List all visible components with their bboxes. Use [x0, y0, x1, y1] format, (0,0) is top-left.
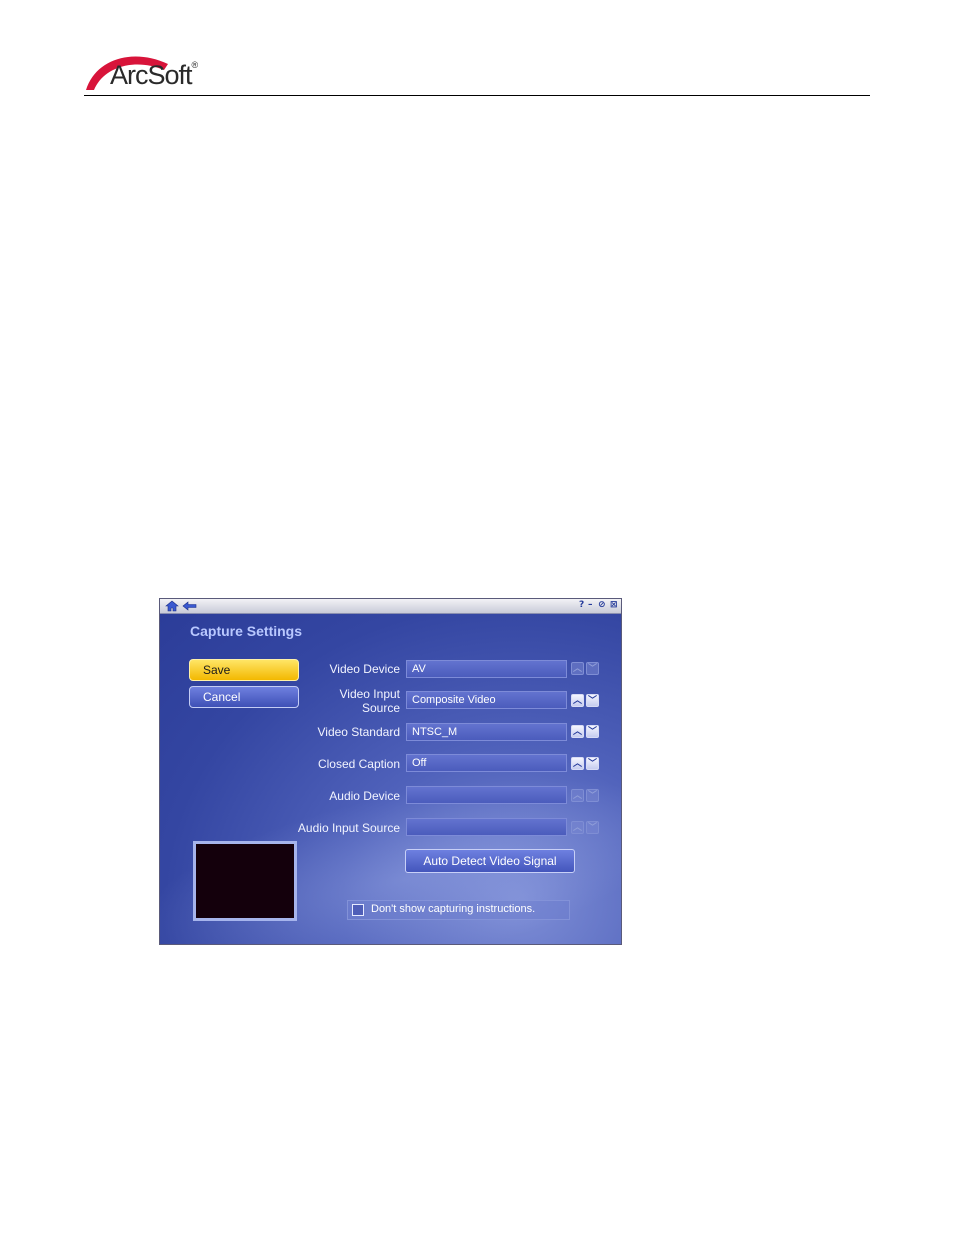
minimize-button[interactable]: – — [588, 600, 593, 611]
help-button[interactable]: ? — [579, 600, 584, 611]
video-input-source-label: Video Input Source — [339, 687, 401, 715]
audio-device-arrows: ︿ ﹀ — [571, 789, 601, 803]
video-standard-arrows: ︿ ﹀ — [571, 725, 601, 739]
registered-mark: ® — [191, 60, 199, 70]
audio-input-source-field[interactable] — [406, 818, 567, 836]
audio-device-field[interactable] — [406, 786, 567, 804]
audio-input-source-label: Audio Input Source — [297, 821, 400, 835]
home-icon[interactable] — [165, 600, 179, 612]
cancel-button[interactable]: Cancel — [189, 686, 299, 708]
chevron-down-icon[interactable]: ﹀ — [586, 757, 599, 770]
video-input-source-arrows: ︿ ﹀ — [571, 694, 601, 708]
dont-show-instructions-label: Don't show capturing instructions. — [371, 903, 536, 915]
video-standard-label: Video Standard — [317, 725, 400, 739]
chevron-up-icon[interactable]: ︿ — [571, 694, 584, 707]
title-bar: ? – ⊘ ⊠ — [160, 599, 621, 614]
video-input-source-field[interactable]: Composite Video — [406, 691, 567, 709]
brand-name: ArcSoft — [110, 60, 193, 90]
chevron-down-icon[interactable]: ﹀ — [586, 789, 599, 802]
audio-device-label: Audio Device — [329, 789, 400, 803]
dont-show-instructions-row[interactable]: Don't show capturing instructions. — [347, 900, 570, 920]
back-arrow-icon[interactable] — [182, 600, 197, 612]
chevron-up-icon[interactable]: ︿ — [571, 757, 584, 770]
audio-input-source-arrows: ︿ ﹀ — [571, 821, 601, 835]
close-button[interactable]: ⊠ — [610, 600, 618, 611]
auto-detect-video-signal-button[interactable]: Auto Detect Video Signal — [405, 849, 575, 873]
dont-show-instructions-checkbox[interactable] — [352, 904, 364, 916]
video-standard-field[interactable]: NTSC_M — [406, 723, 567, 741]
save-button[interactable]: Save — [189, 659, 299, 681]
chevron-down-icon[interactable]: ﹀ — [586, 725, 599, 738]
video-device-label: Video Device — [329, 662, 401, 676]
chevron-up-icon[interactable]: ︿ — [571, 789, 584, 802]
video-device-field[interactable]: AV — [406, 660, 567, 678]
chevron-down-icon[interactable]: ﹀ — [586, 694, 599, 707]
chevron-down-icon[interactable]: ﹀ — [586, 662, 599, 675]
chevron-up-icon[interactable]: ︿ — [571, 725, 584, 738]
chevron-up-icon[interactable]: ︿ — [571, 662, 584, 675]
closed-caption-field[interactable]: Off — [406, 754, 567, 772]
capture-settings-window: ? – ⊘ ⊠ Capture Settings Save Cancel Vid… — [159, 598, 622, 945]
arcsoft-logo: ArcSoft® — [84, 50, 214, 96]
page-title: Capture Settings — [190, 623, 303, 639]
video-device-arrows: ︿ ﹀ — [571, 662, 601, 676]
chevron-up-icon[interactable]: ︿ — [571, 821, 584, 834]
restore-button[interactable]: ⊘ — [598, 600, 606, 611]
chevron-down-icon[interactable]: ﹀ — [586, 821, 599, 834]
header-rule — [84, 95, 870, 96]
closed-caption-label: Closed Caption — [317, 757, 400, 771]
closed-caption-arrows: ︿ ﹀ — [571, 757, 601, 771]
video-preview — [193, 841, 297, 921]
